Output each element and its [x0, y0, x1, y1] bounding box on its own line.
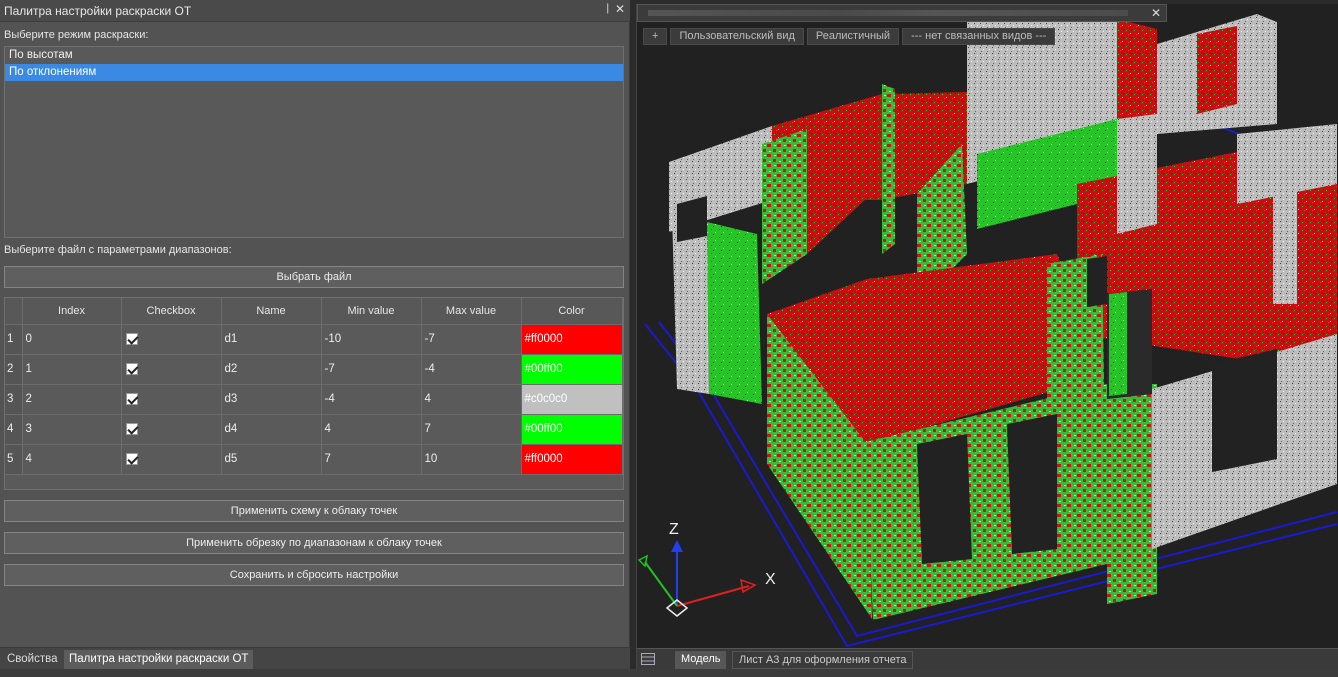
cell-name[interactable]: d5	[221, 444, 322, 475]
table-row[interactable]: 5 4 d5 7 10 #ff0000	[5, 444, 623, 475]
mode-list[interactable]: По высотам По отклонениям	[4, 46, 624, 238]
checkbox[interactable]	[125, 392, 138, 405]
row-number[interactable]: 2	[5, 354, 23, 385]
viewport-toolbar: + Пользовательский вид Реалистичный --- …	[643, 28, 1056, 46]
cell-min[interactable]: -7	[321, 354, 422, 385]
cell-checkbox[interactable]	[121, 414, 222, 445]
checkbox[interactable]	[125, 422, 138, 435]
cell-color[interactable]: #00ff00	[521, 354, 623, 385]
axis-z-label: Z	[669, 521, 679, 538]
tab-properties[interactable]: Свойства	[2, 650, 63, 670]
cell-index[interactable]: 0	[22, 324, 122, 355]
save-reset-button[interactable]: Сохранить и сбросить настройки	[4, 564, 624, 586]
tab-palette[interactable]: Палитра настройки раскраски ОТ	[64, 650, 254, 670]
table-row[interactable]: 3 2 d3 -4 4 #c0c0c0	[5, 384, 623, 415]
row-number[interactable]: 1	[5, 324, 23, 355]
cell-index[interactable]: 1	[22, 354, 122, 385]
palette-panel: Палитра настройки раскраски ОТ ❘ ✕ Выбер…	[0, 0, 630, 677]
cell-min[interactable]: 4	[321, 414, 422, 445]
header-name[interactable]: Name	[221, 298, 322, 325]
checkbox[interactable]	[125, 332, 138, 345]
cell-name[interactable]: d4	[221, 414, 322, 445]
main-room	[767, 254, 1157, 620]
close-icon[interactable]: ✕	[615, 2, 625, 16]
header-index[interactable]: Index	[22, 298, 122, 325]
cell-min[interactable]: -10	[321, 324, 422, 355]
visual-style-selector[interactable]: Реалистичный	[806, 28, 900, 45]
cell-checkbox[interactable]	[121, 324, 222, 355]
header-max[interactable]: Max value	[421, 298, 522, 325]
header-min[interactable]: Min value	[321, 298, 422, 325]
table-row[interactable]: 4 3 d4 4 7 #00ff00	[5, 414, 623, 445]
cell-index[interactable]: 2	[22, 384, 122, 415]
cell-max[interactable]: -7	[421, 324, 522, 355]
corner-header	[5, 298, 23, 325]
bottom-tab-bar: Свойства Палитра настройки раскраски ОТ	[0, 647, 630, 670]
cell-name[interactable]: d1	[221, 324, 322, 355]
cell-max[interactable]: 7	[421, 414, 522, 445]
cell-min[interactable]: -4	[321, 384, 422, 415]
cell-index[interactable]: 3	[22, 414, 122, 445]
apply-scheme-button[interactable]: Применить схему к облаку точек	[4, 500, 624, 522]
tab-sheet-a3[interactable]: Лист А3 для оформления отчета	[732, 651, 914, 669]
cell-index[interactable]: 4	[22, 444, 122, 475]
viewport-title-bar: ✕	[637, 4, 1167, 22]
cell-name[interactable]: d2	[221, 354, 322, 385]
table-row[interactable]: 2 1 d2 -7 -4 #00ff00	[5, 354, 623, 385]
checkbox[interactable]	[125, 452, 138, 465]
point-cloud-scene[interactable]: Z X	[637, 4, 1338, 648]
checkbox[interactable]	[125, 362, 138, 375]
row-number[interactable]: 4	[5, 414, 23, 445]
view-selector[interactable]: Пользовательский вид	[670, 28, 804, 45]
cell-color[interactable]: #ff0000	[521, 324, 623, 355]
linked-views-selector[interactable]: --- нет связанных видов ---	[902, 28, 1056, 45]
pin-icon[interactable]: ❘	[604, 3, 612, 14]
row-number[interactable]: 3	[5, 384, 23, 415]
cell-checkbox[interactable]	[121, 384, 222, 415]
viewport-menu-button[interactable]: +	[643, 28, 668, 45]
tab-model[interactable]: Модель	[675, 651, 727, 669]
left-block	[672, 214, 762, 404]
axis-gizmo: Z X	[637, 521, 776, 617]
choose-file-button[interactable]: Выбрать файл	[4, 266, 624, 288]
cell-max[interactable]: 10	[421, 444, 522, 475]
model-tab-bar: Модель Лист А3 для оформления отчета	[637, 648, 1338, 669]
palette-title: Палитра настройки раскраски ОТ	[4, 4, 192, 18]
header-color[interactable]: Color	[521, 298, 623, 325]
cell-color[interactable]: #c0c0c0	[521, 384, 623, 415]
cell-max[interactable]: 4	[421, 384, 522, 415]
layout-list-icon[interactable]	[639, 651, 657, 669]
cell-max[interactable]: -4	[421, 354, 522, 385]
table-row[interactable]: 1 0 d1 -10 -7 #ff0000	[5, 324, 623, 355]
blurred-title	[648, 10, 1128, 16]
axis-x-label: X	[765, 571, 776, 588]
cell-color[interactable]: #00ff00	[521, 414, 623, 445]
mode-label: Выберите режим раскраски:	[4, 29, 149, 41]
mode-item-heights[interactable]: По высотам	[5, 47, 623, 64]
palette-title-bar: Палитра настройки раскраски ОТ ❘ ✕	[0, 0, 630, 22]
apply-crop-button[interactable]: Применить обрезку по диапазонам к облаку…	[4, 532, 624, 554]
file-label: Выберите файл с параметрами диапазонов:	[4, 244, 232, 256]
viewport[interactable]: Z X ✕ + Пользовательский вид Реалистичны…	[636, 4, 1338, 669]
status-strip	[0, 669, 1338, 677]
cell-color[interactable]: #ff0000	[521, 444, 623, 475]
row-number[interactable]: 5	[5, 444, 23, 475]
ranges-table: Index Checkbox Name Min value Max value …	[4, 297, 624, 490]
header-checkbox[interactable]: Checkbox	[121, 298, 222, 325]
cell-checkbox[interactable]	[121, 444, 222, 475]
close-icon[interactable]: ✕	[1151, 6, 1161, 20]
mode-item-deviations[interactable]: По отклонениям	[5, 64, 623, 81]
cell-name[interactable]: d3	[221, 384, 322, 415]
cell-min[interactable]: 7	[321, 444, 422, 475]
cell-checkbox[interactable]	[121, 354, 222, 385]
